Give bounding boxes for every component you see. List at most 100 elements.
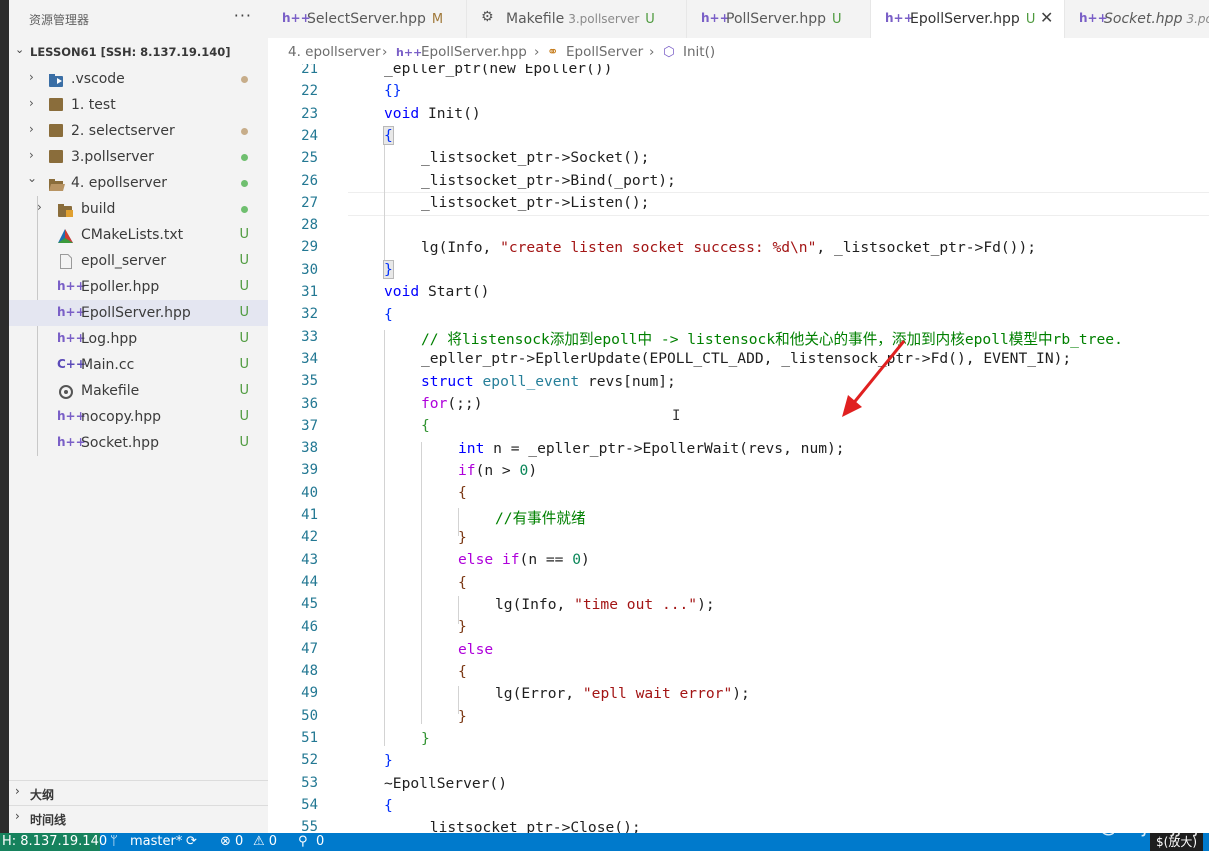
line-number: 21 <box>301 64 318 77</box>
code-line-33: // 将listensock添加到epoll中 -> listensock和他关… <box>421 331 1123 348</box>
line-number: 41 <box>301 507 318 523</box>
chevron-right-icon: › <box>29 122 34 136</box>
indent-guide <box>421 442 422 724</box>
line-number: 45 <box>301 596 318 612</box>
tree-item-cmakelists[interactable]: CMakeLists.txt U <box>9 222 268 248</box>
tree-item-epollserver[interactable]: ⌄ 4. epollserver <box>9 170 268 196</box>
timeline-section[interactable]: › 时间线 <box>9 805 268 830</box>
tree-item-label: nocopy.hpp <box>81 409 161 425</box>
tree-item-socket-hpp[interactable]: h++ Socket.hpp U <box>9 430 268 456</box>
close-icon[interactable]: ✕ <box>1040 8 1053 27</box>
makefile-icon <box>58 384 73 399</box>
tree-item-nocopy-hpp[interactable]: h++ nocopy.hpp U <box>9 404 268 430</box>
ports-count[interactable]: 0 <box>316 834 324 849</box>
line-number: 25 <box>301 150 318 166</box>
branch-icon: ᛘ <box>110 834 118 849</box>
tree-item-label: .vscode <box>71 71 125 87</box>
more-actions-icon[interactable]: ··· <box>234 6 252 25</box>
tab-selectserver-hpp[interactable]: h++ SelectServer.hpp M <box>268 0 467 38</box>
text-cursor-icon: I <box>672 408 681 424</box>
code-line-26: _listsocket_ptr->Bind(_port); <box>421 172 676 189</box>
code-editor[interactable]: 21 22 23 24 25 26 27 28 29 30 31 32 33 34 35 36 37 38 39 40… <box>268 64 1209 833</box>
breadcrumb-file[interactable]: EpollServer.hpp <box>421 44 527 60</box>
timeline-title: 时间线 <box>30 813 67 827</box>
line-number: 54 <box>301 797 318 813</box>
tree-item-log-hpp[interactable]: h++ Log.hpp U <box>9 326 268 352</box>
tree-item-vscode[interactable]: › .vscode <box>9 66 268 92</box>
indent-guide <box>384 130 385 274</box>
breadcrumb-class[interactable]: EpollServer <box>566 44 643 60</box>
tree-item-makefile[interactable]: Makefile U <box>9 378 268 404</box>
line-number: 53 <box>301 775 318 791</box>
breadcrumb-folder[interactable]: 4. epollserver <box>288 44 381 60</box>
method-icon: ⬡ <box>663 44 675 60</box>
watermark: CSDN @xxjkkjjkj <box>1034 813 1199 837</box>
workspace-title: LESSON61 [SSH: 8.137.19.140] <box>30 45 231 59</box>
outline-section[interactable]: › 大纲 <box>9 780 268 805</box>
tree-item-build[interactable]: › build <box>9 196 268 222</box>
tree-item-label: epoll_server <box>81 253 167 269</box>
chevron-right-icon: › <box>29 70 34 84</box>
tree-item-selectserver[interactable]: › 2. selectserver <box>9 118 268 144</box>
hpp-icon: h++ <box>57 435 86 449</box>
line-number: 50 <box>301 708 318 724</box>
code-line-24: { <box>383 126 394 145</box>
breadcrumb-method[interactable]: Init() <box>683 44 715 60</box>
line-number: 28 <box>301 217 318 233</box>
hpp-icon: h++ <box>57 305 86 319</box>
build-folder-icon <box>58 202 73 217</box>
tree-item-main-cc[interactable]: C++ Main.cc U <box>9 352 268 378</box>
red-arrow-annotation <box>842 340 906 417</box>
remote-indicator[interactable]: H: 8.137.19.140 <box>0 833 107 851</box>
code-line-34: _epller_ptr->EpllerUpdate(EPOLL_CTL_ADD,… <box>421 350 1072 367</box>
code-line-37: { <box>421 417 430 434</box>
tab-label: PollServer.hpp U <box>726 11 842 27</box>
chevron-right-icon: › <box>37 200 42 214</box>
line-number: 43 <box>301 552 318 568</box>
line-number: 47 <box>301 641 318 657</box>
git-status-untracked: U <box>239 357 249 372</box>
warnings-count[interactable]: ⚠ 0 <box>253 834 277 849</box>
line-number: 39 <box>301 462 318 478</box>
explorer-header: 资源管理器 ··· <box>9 0 268 38</box>
line-number: 30 <box>301 262 318 278</box>
code-line-38: int n = _epller_ptr->EpollerWait(revs, n… <box>458 440 845 457</box>
hpp-icon: h++ <box>57 331 86 345</box>
tab-makefile[interactable]: ⚙ Makefile 3.pollserver U <box>467 0 687 38</box>
tab-epollserver-hpp[interactable]: h++ EpollServer.hpp U ✕ <box>871 0 1065 38</box>
branch-name[interactable]: master* <box>130 834 182 849</box>
code-line-32: { <box>384 306 393 323</box>
tree-item-label: 4. epollserver <box>71 175 167 191</box>
tree-item-label: CMakeLists.txt <box>81 227 184 243</box>
folder-icon <box>49 124 63 137</box>
tab-socket-hpp[interactable]: h++ Socket.hpp3.pol <box>1065 0 1209 38</box>
editor-tab-bar: h++ SelectServer.hpp M ⚙ Makefile 3.pollse… <box>268 0 1209 38</box>
explorer-title: 资源管理器 <box>29 13 90 27</box>
modified-dot <box>241 128 248 135</box>
line-number: 51 <box>301 730 318 746</box>
git-status-untracked: U <box>239 305 249 320</box>
sync-icon[interactable]: ⟳ <box>186 834 197 849</box>
tree-item-epoll-server-binary[interactable]: epoll_server U <box>9 248 268 274</box>
chevron-down-icon: ⌄ <box>27 171 38 185</box>
tree-item-label: Makefile <box>81 383 140 399</box>
tree-item-epollserver-hpp[interactable]: h++ EpollServer.hpp U <box>9 300 268 326</box>
tree-item-label: Main.cc <box>81 357 135 373</box>
tree-item-test[interactable]: › 1. test <box>9 92 268 118</box>
workspace-root[interactable]: ⌄ LESSON61 [SSH: 8.137.19.140] <box>9 40 268 64</box>
tree-item-epoller-hpp[interactable]: h++ Epoller.hpp U <box>9 274 268 300</box>
chevron-right-icon: › <box>15 784 20 798</box>
tree-item-label: 1. test <box>71 97 116 113</box>
folder-icon <box>49 150 63 163</box>
errors-count[interactable]: ⊗ 0 <box>220 834 243 849</box>
git-status-untracked: U <box>239 253 249 268</box>
code-line-23: void Init() <box>384 105 481 122</box>
tree-item-pollserver[interactable]: › 3.pollserver <box>9 144 268 170</box>
line-number: 23 <box>301 106 318 122</box>
outline-title: 大纲 <box>30 788 55 802</box>
line-number: 40 <box>301 485 318 501</box>
tab-pollserver-hpp[interactable]: h++ PollServer.hpp U <box>687 0 871 38</box>
code-line-29: lg(Info, "create listen socket success: … <box>421 239 1037 256</box>
git-status-untracked: U <box>239 227 249 242</box>
git-status-untracked: U <box>239 383 249 398</box>
